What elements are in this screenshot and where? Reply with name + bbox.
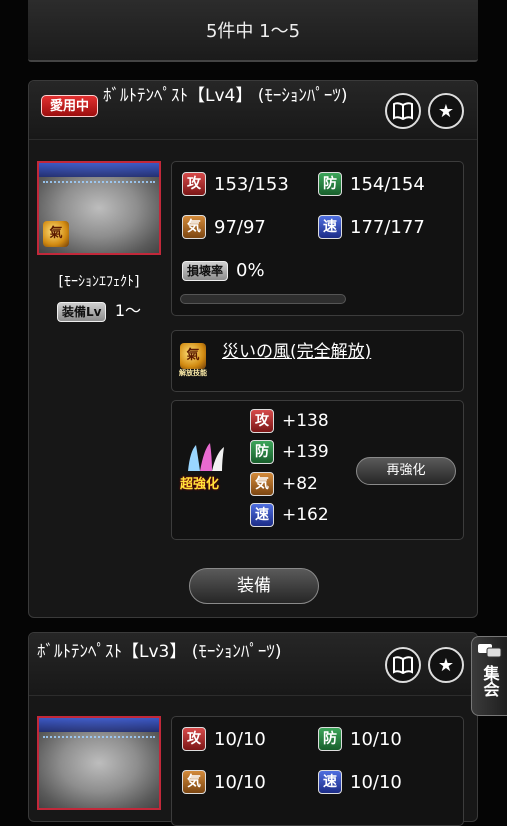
- damage-rate-value: 0%: [236, 260, 265, 281]
- lights-decoration: [39, 718, 159, 738]
- attack-icon: 攻: [182, 727, 206, 751]
- emblem-icon: 氣: [43, 221, 69, 247]
- super-enhance-text: 超強化: [180, 477, 220, 492]
- super-enhance-badge: 超強化: [180, 443, 232, 493]
- chat-bubbles-icon: [477, 644, 501, 658]
- bonus-qi-value: +82: [282, 474, 318, 494]
- defense-icon: 防: [318, 172, 342, 196]
- bonus-spd-value: +162: [282, 505, 329, 525]
- qi-value: 97/97: [214, 216, 266, 238]
- spd-value: 10/10: [350, 771, 402, 793]
- favorite-button[interactable]: ★: [428, 647, 464, 683]
- favorite-button[interactable]: ★: [428, 93, 464, 129]
- skill-emblem-text: 解放技能: [179, 369, 207, 377]
- bonus-qi: 気 +82: [250, 472, 318, 496]
- pagination-bar: 5件中 1〜5: [28, 0, 478, 62]
- in-use-badge: 愛用中: [41, 95, 98, 117]
- qi-value: 10/10: [214, 771, 266, 793]
- qi-icon: 気: [182, 770, 206, 794]
- item-card: ﾎﾞﾙﾄﾃﾝﾍﾟｽﾄ【Lv3】 (ﾓｰｼｮﾝﾊﾟｰﾂ) ★ 攻 10/10 防 10…: [28, 632, 478, 826]
- atk-value: 153/153: [214, 173, 289, 195]
- atk-value: 10/10: [214, 728, 266, 750]
- qi-icon: 気: [250, 472, 274, 496]
- speed-icon: 速: [318, 770, 342, 794]
- gathering-side-tab[interactable]: 集会: [471, 636, 507, 716]
- stat-spd: 速 10/10: [318, 770, 402, 794]
- item-title: ﾎﾞﾙﾄﾃﾝﾍﾟｽﾄ【Lv4】 (ﾓｰｼｮﾝﾊﾟｰﾂ): [103, 86, 348, 106]
- damage-progress-bar: [180, 294, 346, 304]
- speed-icon: 速: [318, 215, 342, 239]
- stat-atk: 攻 10/10: [182, 727, 266, 751]
- gathering-label: 集会: [480, 665, 500, 697]
- book-button[interactable]: [385, 93, 421, 129]
- item-thumbnail: 氣: [37, 161, 161, 255]
- book-icon: [393, 102, 413, 120]
- attack-icon: 攻: [250, 409, 274, 433]
- bonus-atk: 攻 +138: [250, 409, 329, 433]
- equip-lv-badge: 装備Lv: [56, 302, 107, 322]
- stat-def: 防 10/10: [318, 727, 402, 751]
- stat-qi: 気 97/97: [182, 215, 266, 239]
- book-icon: [393, 656, 413, 674]
- lights-decoration: [39, 163, 159, 183]
- stats-panel: 攻 10/10 防 10/10 気 10/10 速 10/10: [171, 716, 464, 826]
- speed-icon: 速: [250, 503, 274, 527]
- equip-button[interactable]: 装備: [189, 568, 319, 604]
- star-icon: ★: [437, 100, 455, 122]
- def-value: 10/10: [350, 728, 402, 750]
- bonus-atk-value: +138: [282, 411, 329, 431]
- equip-level: 装備Lv 1〜: [31, 297, 167, 322]
- defense-icon: 防: [318, 727, 342, 751]
- book-button[interactable]: [385, 647, 421, 683]
- spd-value: 177/177: [350, 216, 425, 238]
- stat-def: 防 154/154: [318, 172, 425, 196]
- stat-qi: 気 10/10: [182, 770, 266, 794]
- attack-icon: 攻: [182, 172, 206, 196]
- equip-lv-value: 1〜: [114, 301, 142, 320]
- qi-icon: 気: [182, 215, 206, 239]
- skill-emblem-icon: 氣解放技能: [179, 343, 207, 377]
- bonus-def-value: +139: [282, 442, 329, 462]
- bonus-def: 防 +139: [250, 440, 329, 464]
- damage-rate: 損壊率 0%: [182, 260, 265, 281]
- enhance-panel: 超強化 攻 +138 防 +139 気 +82 速 +162 再強化: [171, 400, 464, 540]
- stat-spd: 速 177/177: [318, 215, 425, 239]
- category-label: [ﾓｰｼｮﾝｴﾌｪｸﾄ]: [58, 274, 140, 290]
- feather-icon: [188, 443, 224, 471]
- pagination-text: 5件中 1〜5: [205, 21, 301, 42]
- stats-panel: 攻 153/153 防 154/154 気 97/97 速 177/177 損壊率 0%: [171, 161, 464, 316]
- item-title: ﾎﾞﾙﾄﾃﾝﾍﾟｽﾄ【Lv3】 (ﾓｰｼｮﾝﾊﾟｰﾂ): [37, 642, 282, 662]
- stat-atk: 攻 153/153: [182, 172, 289, 196]
- defense-icon: 防: [250, 440, 274, 464]
- damage-rate-badge: 損壊率: [182, 260, 229, 281]
- item-card: 愛用中 ﾎﾞﾙﾄﾃﾝﾍﾟｽﾄ【Lv4】 (ﾓｰｼｮﾝﾊﾟｰﾂ) ★ 氣 [ﾓｰｼ…: [28, 80, 478, 618]
- def-value: 154/154: [350, 173, 425, 195]
- item-thumbnail: [37, 716, 161, 810]
- reenhance-button[interactable]: 再強化: [356, 457, 456, 485]
- skill-panel: 氣解放技能 災いの風(完全解放): [171, 330, 464, 392]
- skill-name-link[interactable]: 災いの風(完全解放): [222, 337, 371, 362]
- star-icon: ★: [437, 654, 455, 676]
- bonus-spd: 速 +162: [250, 503, 329, 527]
